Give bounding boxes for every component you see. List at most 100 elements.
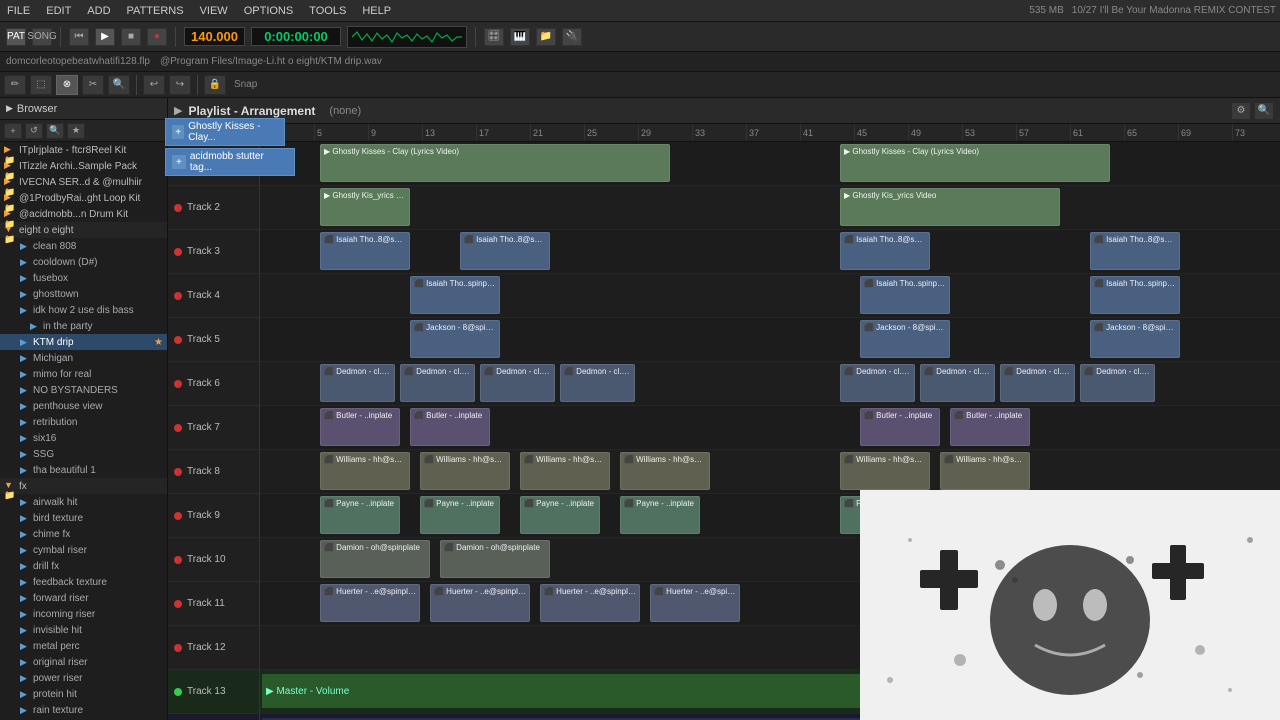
clip-7-3[interactable]: ⬛ Butler - ..inplate: [950, 408, 1030, 446]
clip-8-4[interactable]: ⬛ Williams - hh@spinplate: [840, 452, 930, 490]
record-btn[interactable]: ●: [147, 28, 167, 46]
browser-file-item[interactable]: ▶ clean 808: [0, 238, 167, 254]
clip-6-4[interactable]: ⬛ Dedmon - cl..spinplate: [840, 364, 915, 402]
browser-refresh-btn[interactable]: ↺: [25, 123, 43, 139]
menu-help[interactable]: HELP: [359, 5, 394, 17]
browser-file-item[interactable]: ▶ fusebox: [0, 270, 167, 286]
menu-add[interactable]: ADD: [84, 5, 113, 17]
clip-4-0[interactable]: ⬛ Isaiah Tho..spinplate #2: [410, 276, 500, 314]
undo-btn[interactable]: ↩: [143, 75, 165, 95]
browser-file-item[interactable]: ▶ cymbal riser: [0, 542, 167, 558]
menu-tools[interactable]: TOOLS: [306, 5, 349, 17]
stop-btn[interactable]: ■: [121, 28, 141, 46]
bpm-display[interactable]: 140.000: [184, 27, 245, 46]
clip-11-3[interactable]: ⬛ Huerter - ..e@spinplate: [650, 584, 740, 622]
track-label-4[interactable]: Track 4: [168, 274, 259, 318]
browser-search-btn[interactable]: 🔍: [46, 123, 64, 139]
clip-5-1[interactable]: ⬛ Jackson - 8@spinplate: [860, 320, 950, 358]
clip-10-1[interactable]: ⬛ Damion - oh@spinplate: [440, 540, 550, 578]
browser-file-item[interactable]: ▶ tha beautiful 1: [0, 462, 167, 478]
piano-roll-btn[interactable]: 🎹: [510, 28, 530, 46]
clip-8-0[interactable]: ⬛ Williams - hh@spinplate: [320, 452, 410, 490]
clip-11-1[interactable]: ⬛ Huerter - ..e@spinplate: [430, 584, 530, 622]
clip-6-2[interactable]: ⬛ Dedmon - cl..spinplate: [480, 364, 555, 402]
playlist-zoom-btn[interactable]: 🔍: [1254, 102, 1274, 120]
clip-3-2[interactable]: ⬛ Isaiah Tho..8@spinplate: [840, 232, 930, 270]
menu-edit[interactable]: EDIT: [43, 5, 74, 17]
track-row-7[interactable]: ⬛ Butler - ..inplate ⬛ Butler - ..inplate…: [260, 406, 1280, 450]
browser-file-item[interactable]: ▶ SSG: [0, 446, 167, 462]
browser-file-item[interactable]: ▶ power riser: [0, 670, 167, 686]
clip-9-1[interactable]: ⬛ Payne - ..inplate: [420, 496, 500, 534]
browser-file-item[interactable]: ▶ idk how 2 use dis bass: [0, 302, 167, 318]
clip-3-0[interactable]: ⬛ Isaiah Tho..8@spinplate: [320, 232, 410, 270]
browser-btn[interactable]: 📁: [536, 28, 556, 46]
clip-6-6[interactable]: ⬛ Dedmon - cl..spinplate: [1000, 364, 1075, 402]
browser-file-item[interactable]: ▶ original riser: [0, 654, 167, 670]
cut-tool[interactable]: ✂: [82, 75, 104, 95]
mixer-btn[interactable]: 🎛: [484, 28, 504, 46]
play-btn[interactable]: ▶: [95, 28, 115, 46]
track-label-14[interactable]: Track 14: [168, 714, 259, 720]
browser-file-item[interactable]: ▶ Michigan: [0, 350, 167, 366]
erase-tool[interactable]: ⊗: [56, 75, 78, 95]
clip-10-0[interactable]: ⬛ Damion - oh@spinplate: [320, 540, 430, 578]
track-label-6[interactable]: Track 6: [168, 362, 259, 406]
clip-8-5[interactable]: ⬛ Williams - hh@spinplate: [940, 452, 1030, 490]
select-tool[interactable]: ⬚: [30, 75, 52, 95]
clip-3-3[interactable]: ⬛ Isaiah Tho..8@spinplate: [1090, 232, 1180, 270]
track-label-10[interactable]: Track 10: [168, 538, 259, 582]
draw-tool[interactable]: ✏: [4, 75, 26, 95]
redo-btn[interactable]: ↪: [169, 75, 191, 95]
track-row-3[interactable]: ⬛ Isaiah Tho..8@spinplate ⬛ Isaiah Tho..8…: [260, 230, 1280, 274]
browser-file-item[interactable]: ▶ invisible hit: [0, 622, 167, 638]
track-label-12[interactable]: Track 12: [168, 626, 259, 670]
browser-file-item[interactable]: ▶ cooldown (D#): [0, 254, 167, 270]
clip-3-1[interactable]: ⬛ Isaiah Tho..8@spinplate: [460, 232, 550, 270]
song-mode-btn[interactable]: SONG: [32, 28, 52, 46]
clip-8-2[interactable]: ⬛ Williams - hh@spinplate: [520, 452, 610, 490]
browser-file-incoming-riser[interactable]: ▶ incoming riser: [0, 606, 167, 622]
track-label-2[interactable]: Track 2: [168, 186, 259, 230]
track-label-7[interactable]: Track 7: [168, 406, 259, 450]
clip-9-3[interactable]: ⬛ Payne - ..inplate: [620, 496, 700, 534]
track-label-11[interactable]: Track 11: [168, 582, 259, 626]
clip-4-1[interactable]: ⬛ Isaiah Tho..spinplate #2: [860, 276, 950, 314]
clip-6-0[interactable]: ⬛ Dedmon - cl..spinplate: [320, 364, 395, 402]
track-row-1[interactable]: ▶ Ghostly Kisses - Clay (Lyrics Video)▶ …: [260, 142, 1280, 186]
track-label-3[interactable]: Track 3: [168, 230, 259, 274]
clip-7-1[interactable]: ⬛ Butler - ..inplate: [410, 408, 490, 446]
browser-star-btn[interactable]: ★: [67, 123, 85, 139]
prev-btn[interactable]: ⏮: [69, 28, 89, 46]
clip-2-1[interactable]: ▶ Ghostly Kis_yrics Video: [840, 188, 1060, 226]
browser-folder-item[interactable]: ▶📁 @1ProdbyRai..ght Loop Kit: [0, 190, 167, 206]
browser-file-item[interactable]: ▶ metal perc: [0, 638, 167, 654]
clip-1-1[interactable]: ▶ Ghostly Kisses - Clay (Lyrics Video): [840, 144, 1110, 182]
menu-view[interactable]: VIEW: [197, 5, 231, 17]
browser-file-item[interactable]: ▶ drill fx: [0, 558, 167, 574]
playlist-btn[interactable]: ⚙: [1231, 102, 1251, 120]
clip-8-3[interactable]: ⬛ Williams - hh@spinplate: [620, 452, 710, 490]
clip-8-1[interactable]: ⬛ Williams - hh@spinplate: [420, 452, 510, 490]
track-label-8[interactable]: Track 8: [168, 450, 259, 494]
browser-file-item[interactable]: ▶ rain texture: [0, 702, 167, 718]
track-row-6[interactable]: ⬛ Dedmon - cl..spinplate ⬛ Dedmon - cl..s…: [260, 362, 1280, 406]
browser-folder-item[interactable]: ▶📁 IVECNA SER..d & @mulhiir: [0, 174, 167, 190]
pattern-mode-btn[interactable]: PAT: [6, 28, 26, 46]
clip-9-2[interactable]: ⬛ Payne - ..inplate: [520, 496, 600, 534]
browser-file-item[interactable]: ▶ mimo for real: [0, 366, 167, 382]
track-row-2[interactable]: ▶ Ghostly Kis_yrics Video▶ Ghostly Kis_y…: [260, 186, 1280, 230]
browser-folder-fx[interactable]: ▼📁 fx: [0, 478, 167, 494]
clip-5-2[interactable]: ⬛ Jackson - 8@spinplate: [1090, 320, 1180, 358]
track-row-8[interactable]: ⬛ Williams - hh@spinplate ⬛ Williams - hh…: [260, 450, 1280, 494]
clip-9-0[interactable]: ⬛ Payne - ..inplate: [320, 496, 400, 534]
browser-file-item[interactable]: ▶ bird texture: [0, 510, 167, 526]
track-label-5[interactable]: Track 5: [168, 318, 259, 362]
browser-folder-eight[interactable]: ▼📁 eight o eight: [0, 222, 167, 238]
menu-options[interactable]: OPTIONS: [241, 5, 297, 17]
browser-file-item[interactable]: ▶ airwalk hit: [0, 494, 167, 510]
browser-file-protein-hit[interactable]: ▶ protein hit: [0, 686, 167, 702]
track-row-4[interactable]: ⬛ Isaiah Tho..spinplate #2 ⬛ Isaiah Tho..…: [260, 274, 1280, 318]
plugin-picker-btn[interactable]: 🔌: [562, 28, 582, 46]
track-label-9[interactable]: Track 9: [168, 494, 259, 538]
